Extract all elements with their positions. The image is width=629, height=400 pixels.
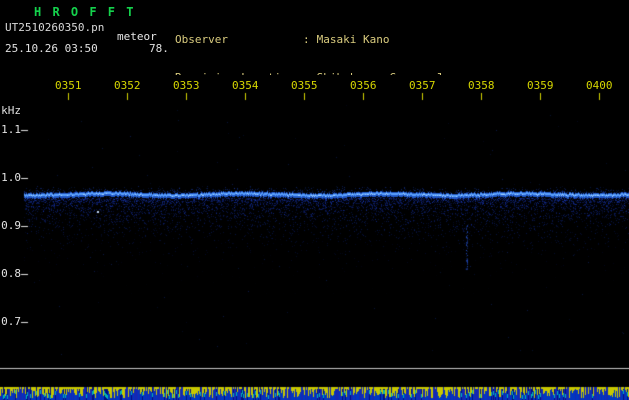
datetime-label: 25.10.26 03:50 <box>5 42 98 55</box>
y-tick-label: 0.8 <box>1 267 21 280</box>
app-title: H R O F F T <box>34 5 136 19</box>
time-tick-label: 0400 <box>586 79 613 92</box>
y-tick-label: 0.9 <box>1 219 21 232</box>
time-tick-label: 0352 <box>114 79 141 92</box>
time-tick-label: 0356 <box>350 79 377 92</box>
y-axis-unit-label: kHz <box>1 104 21 117</box>
spectrogram-canvas <box>0 75 629 400</box>
y-tick-label: 0.7 <box>1 315 21 328</box>
y-tick-label: 1.1 <box>1 123 21 136</box>
info-separator: : <box>303 33 310 46</box>
time-tick-label: 0354 <box>232 79 259 92</box>
time-tick-label: 0355 <box>291 79 318 92</box>
info-label: Observer <box>175 33 228 46</box>
capture-filename: UT2510260350.pn <box>5 21 105 34</box>
info-value: Masaki Kano <box>316 33 390 46</box>
y-tick-label: 1.0 <box>1 171 21 184</box>
hrofft-screen: H R O F F T UT2510260350.pn meteor 25.10… <box>0 0 629 400</box>
info-row-observer: Observer: Masaki Kano <box>175 34 529 46</box>
time-tick-label: 0357 <box>409 79 436 92</box>
time-tick-label: 0353 <box>173 79 200 92</box>
time-tick-label: 0359 <box>527 79 554 92</box>
echo-count: 78. <box>149 42 169 55</box>
time-tick-label: 0351 <box>55 79 82 92</box>
time-tick-label: 0358 <box>468 79 495 92</box>
